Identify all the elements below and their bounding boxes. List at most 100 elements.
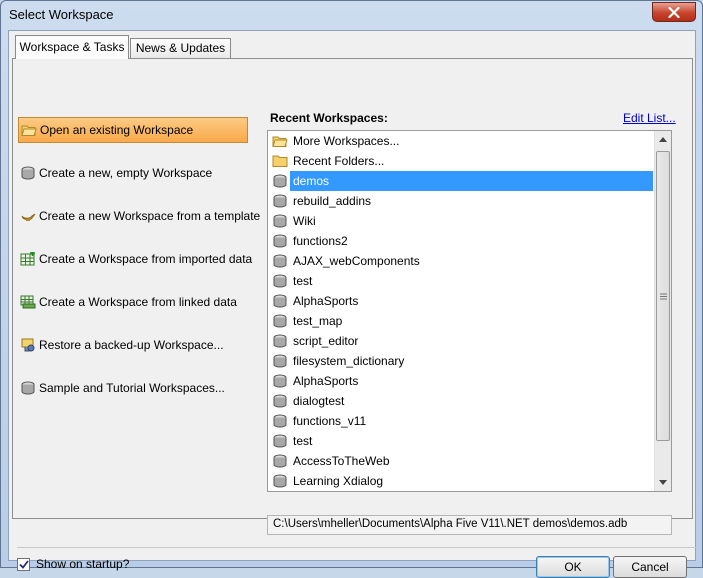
restore-icon	[20, 337, 36, 353]
linked-table-icon	[20, 294, 36, 310]
action-label: Create a Workspace from linked data	[39, 295, 237, 309]
database-icon	[272, 193, 288, 209]
action-create-empty[interactable]: Create a new, empty Workspace	[18, 160, 248, 186]
database-icon	[272, 333, 288, 349]
tab-workspace-tasks[interactable]: Workspace & Tasks	[15, 35, 129, 59]
close-button[interactable]	[652, 2, 696, 22]
chevron-down-icon	[659, 480, 667, 485]
workspace-name: demos	[293, 174, 330, 188]
workspace-name: Recent Folders...	[293, 154, 385, 168]
workspace-name: filesystem_dictionary	[293, 354, 405, 368]
edit-list-link[interactable]: Edit List...	[623, 111, 676, 125]
workspace-name: dialogtest	[293, 394, 345, 408]
workspace-name: More Workspaces...	[293, 134, 400, 148]
action-label: Sample and Tutorial Workspaces...	[39, 381, 225, 395]
workspace-list-item[interactable]: demos	[268, 171, 655, 191]
show-on-startup[interactable]: Show on startup?	[17, 557, 129, 571]
workspace-name: functions2	[293, 234, 348, 248]
workspace-list-item[interactable]: AccessToTheWeb	[268, 451, 655, 471]
workspace-name: test	[293, 434, 313, 448]
scroll-down-button[interactable]	[655, 474, 671, 491]
workspace-name: script_editor	[293, 334, 359, 348]
workspace-list-item[interactable]: Wiki	[268, 211, 655, 231]
workspace-list-item[interactable]: More Workspaces...	[268, 131, 655, 151]
database-icon	[272, 313, 288, 329]
workspace-name: AlphaSports	[293, 374, 359, 388]
action-create-from-linked[interactable]: Create a Workspace from linked data	[18, 289, 248, 315]
database-icon	[20, 380, 36, 396]
recent-workspaces-heading: Recent Workspaces:	[270, 111, 388, 125]
action-label: Create a new, empty Workspace	[39, 166, 213, 180]
database-icon	[272, 453, 288, 469]
tab-label: News & Updates	[135, 41, 226, 55]
tab-label: Workspace & Tasks	[19, 40, 125, 54]
tab-panel: Open an existing Workspace Create a new,…	[12, 58, 696, 578]
workspace-list-item[interactable]: AlphaSports	[268, 371, 655, 391]
selected-workspace-path: C:\Users\mheller\Documents\Alpha Five V1…	[267, 515, 672, 535]
cancel-button[interactable]: Cancel	[613, 556, 687, 578]
workspace-list-item[interactable]: Recent Folders...	[268, 151, 655, 171]
close-icon	[668, 6, 680, 18]
ok-button-label: OK	[564, 560, 582, 574]
action-restore-backup[interactable]: Restore a backed-up Workspace...	[18, 332, 248, 358]
workspace-list-item[interactable]: AJAX_webComponents	[268, 251, 655, 271]
open-folder-icon	[21, 122, 37, 138]
checkmark-icon	[18, 559, 29, 569]
footer-divider	[17, 547, 696, 548]
title-bar[interactable]: Select Workspace	[1, 1, 702, 31]
database-icon	[272, 353, 288, 369]
workspace-name: test_map	[293, 314, 343, 328]
workspace-name: AJAX_webComponents	[293, 254, 420, 268]
workspace-list-item[interactable]: test	[268, 431, 655, 451]
workspace-list-item[interactable]: AlphaSports	[268, 291, 655, 311]
workspace-list-item[interactable]: test	[268, 271, 655, 291]
workspace-name: AccessToTheWeb	[293, 454, 390, 468]
workspace-name: AlphaSports	[293, 294, 359, 308]
workspace-name: Wiki	[293, 214, 316, 228]
workspace-list-item[interactable]: functions2	[268, 231, 655, 251]
database-icon	[272, 173, 288, 189]
vertical-scrollbar[interactable]	[654, 131, 671, 491]
workspace-list-item[interactable]: rebuild_addins	[268, 191, 655, 211]
database-icon	[272, 293, 288, 309]
database-icon	[272, 253, 288, 269]
action-open-existing[interactable]: Open an existing Workspace	[18, 117, 248, 143]
cancel-button-label: Cancel	[631, 560, 669, 574]
scroll-thumb[interactable]	[656, 151, 670, 441]
dialog-client-area: Workspace & Tasks News & Updates Open an…	[8, 30, 696, 578]
workspace-name: Learning Xdialog	[293, 474, 384, 488]
select-workspace-window: Select Workspace Workspace & Tasks News …	[0, 0, 703, 578]
action-label: Create a Workspace from imported data	[39, 252, 253, 266]
action-label: Restore a backed-up Workspace...	[39, 338, 224, 352]
workspace-list-item[interactable]: functions_v11	[268, 411, 655, 431]
workspace-list-item[interactable]: filesystem_dictionary	[268, 351, 655, 371]
action-sample-tutorial[interactable]: Sample and Tutorial Workspaces...	[18, 375, 248, 401]
workspace-list-item[interactable]: test_map	[268, 311, 655, 331]
action-create-from-imported[interactable]: Create a Workspace from imported data	[18, 246, 252, 272]
recent-workspaces-list[interactable]: More Workspaces... Recent Folders... demos…	[267, 130, 672, 492]
action-label: Open an existing Workspace	[40, 123, 194, 137]
database-icon	[272, 213, 288, 229]
workspace-list-item[interactable]: dialogtest	[268, 391, 655, 411]
workspace-name: test	[293, 274, 313, 288]
open-folder-icon	[272, 133, 288, 149]
window-title: Select Workspace	[9, 7, 114, 22]
database-icon	[272, 393, 288, 409]
import-table-icon	[20, 251, 36, 267]
recent-workspaces-rows: More Workspaces... Recent Folders... demos…	[268, 131, 655, 491]
magic-lamp-icon	[20, 208, 36, 224]
database-icon	[20, 165, 36, 181]
show-on-startup-checkbox[interactable]	[17, 557, 30, 571]
folder-icon	[272, 153, 288, 169]
tab-news-updates[interactable]: News & Updates	[130, 38, 231, 58]
action-create-from-template[interactable]: Create a new Workspace from a template	[18, 203, 260, 229]
selection-highlight	[290, 171, 653, 191]
workspace-list-item[interactable]: Learning Xdialog	[268, 471, 655, 491]
database-icon	[272, 433, 288, 449]
database-icon	[272, 413, 288, 429]
ok-button[interactable]: OK	[536, 556, 610, 578]
workspace-name: functions_v11	[293, 414, 367, 428]
show-on-startup-label: Show on startup?	[36, 557, 130, 571]
scroll-up-button[interactable]	[655, 131, 671, 148]
workspace-list-item[interactable]: script_editor	[268, 331, 655, 351]
